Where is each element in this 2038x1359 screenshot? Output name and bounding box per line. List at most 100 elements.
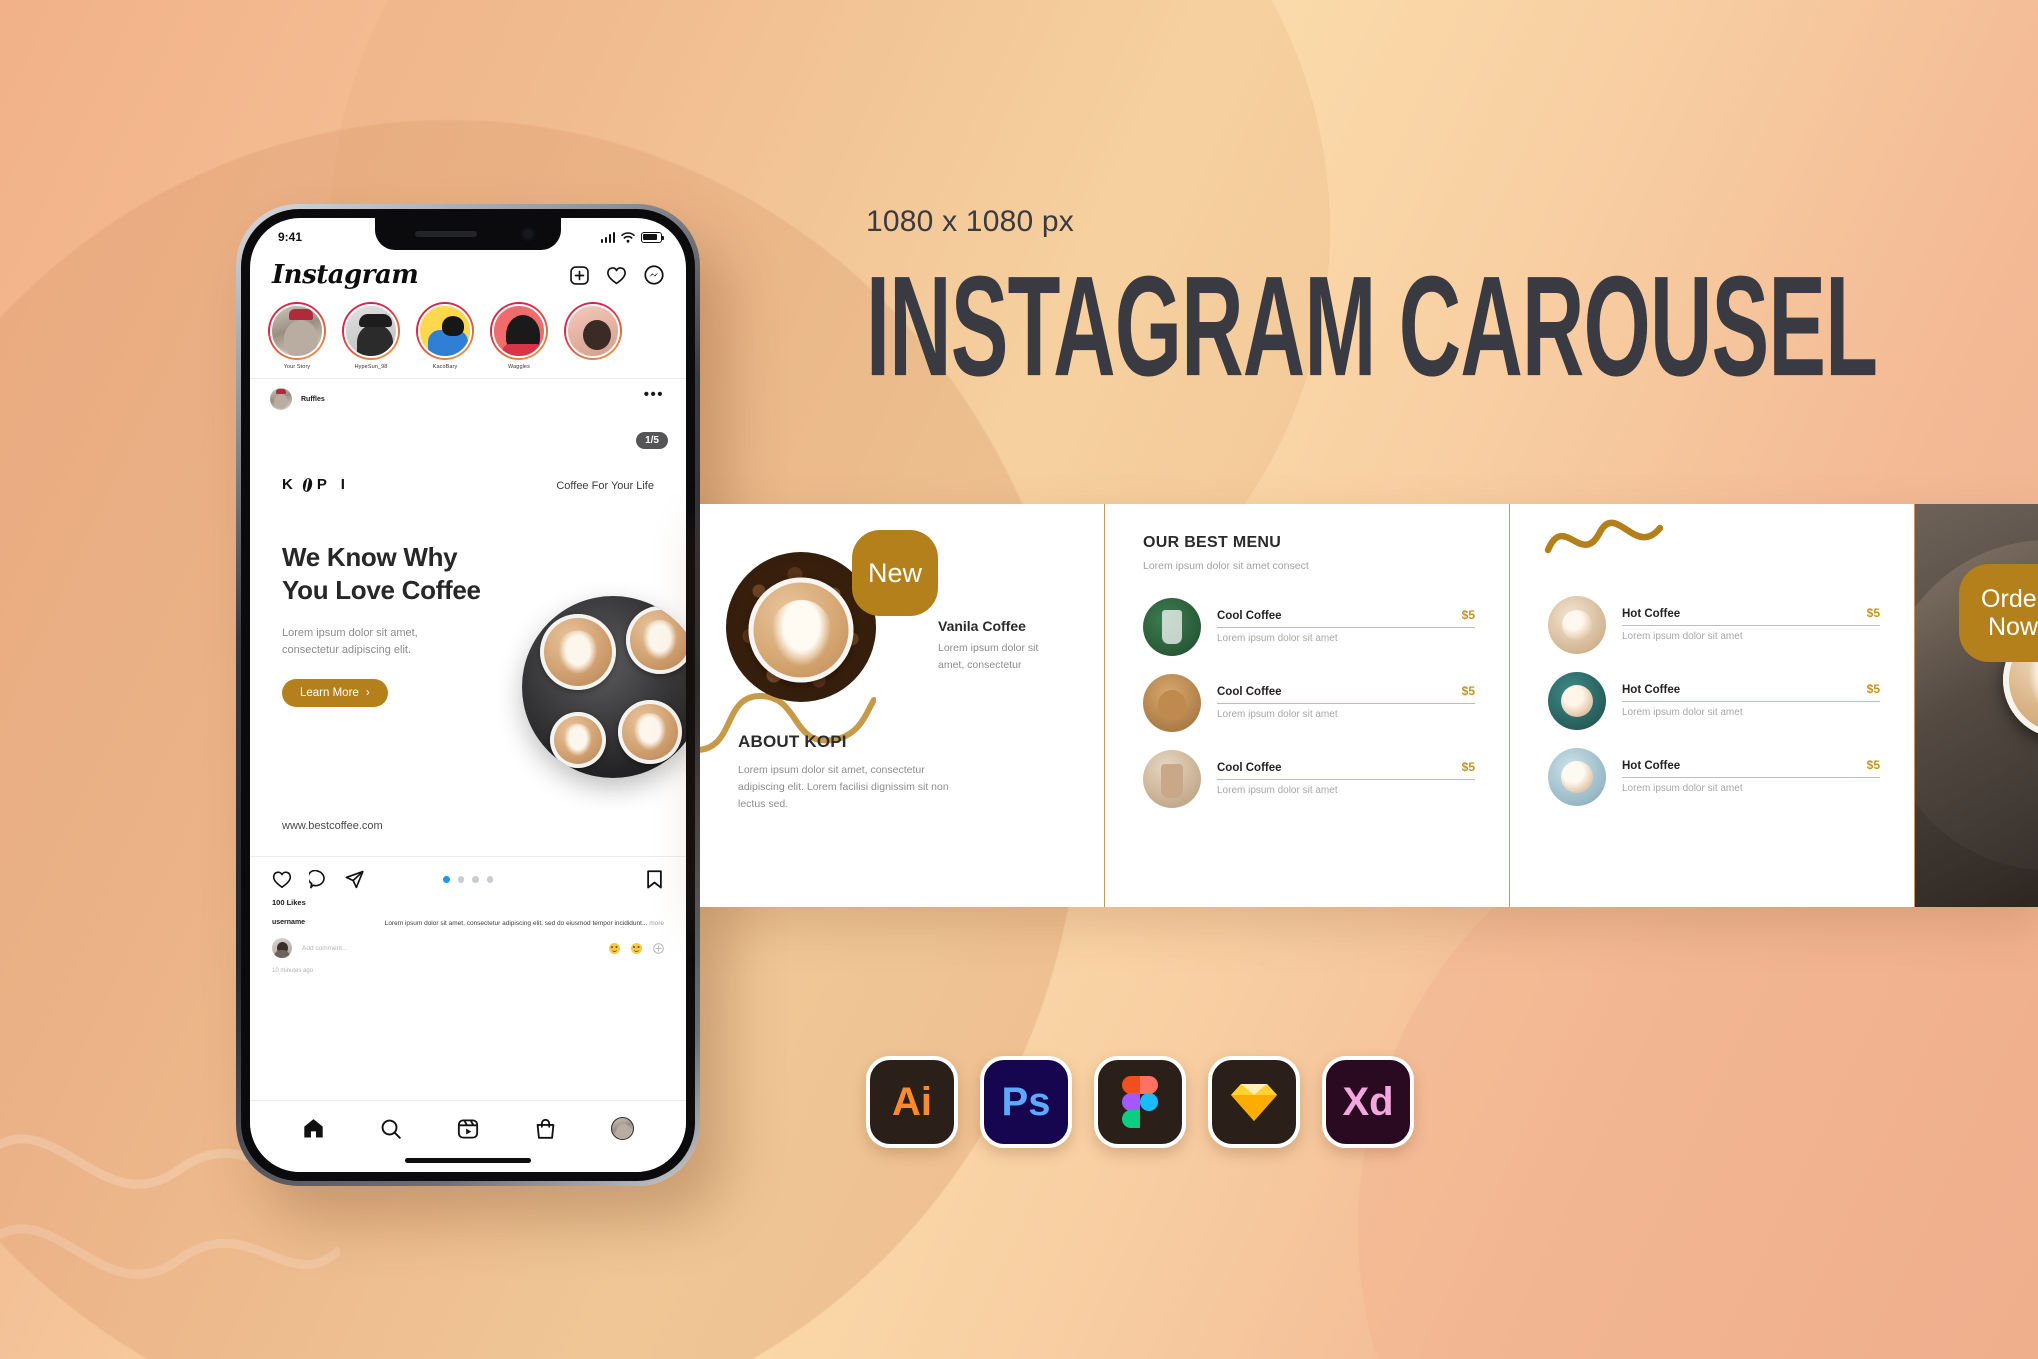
- carousel-dot[interactable]: [486, 876, 493, 883]
- page-title: INSTAGRAM CAROUSEL: [866, 245, 1878, 406]
- story-item[interactable]: KacoBary: [416, 302, 474, 370]
- adobe-xd-icon[interactable]: Xd: [1322, 1056, 1414, 1148]
- share-paperplane-icon[interactable]: [345, 870, 364, 889]
- story-label: KacoBary: [432, 364, 458, 370]
- bookmark-icon[interactable]: [647, 870, 662, 889]
- about-section-description: Lorem ipsum dolor sit amet, consectetur …: [738, 764, 949, 810]
- menu-item-header: Hot Coffee $5: [1622, 682, 1880, 702]
- carousel-slide-order[interactable]: Order Now: [1915, 504, 2038, 907]
- caption-text: Lorem ipsum dolor sit amet, consectetur …: [315, 918, 664, 929]
- add-comment-input[interactable]: Add comment...: [302, 945, 348, 952]
- story-item[interactable]: [564, 302, 622, 370]
- menu-item-price: $5: [1866, 606, 1880, 620]
- menu-item-header: Cool Coffee $5: [1217, 684, 1475, 704]
- quick-emoji-row[interactable]: [609, 942, 664, 954]
- like-heart-icon[interactable]: [272, 870, 292, 889]
- messenger-icon[interactable]: [644, 265, 664, 285]
- menu-item-price: $5: [1866, 682, 1880, 696]
- story-item[interactable]: Your Story: [268, 302, 326, 370]
- status-bar: 9:41: [250, 218, 686, 252]
- post-author-avatar[interactable]: [270, 388, 292, 410]
- caption-more-link[interactable]: more: [649, 920, 664, 927]
- product-description: Lorem ipsum dolor sit amet, consectetur: [938, 642, 1039, 671]
- menu-item-body: Hot Coffee $5 Lorem ipsum dolor sit amet: [1622, 682, 1880, 720]
- kopi-logo-pi: P I: [316, 476, 350, 493]
- phone-bezel: 9:41 Instagram Your Story HypeSun_98 Kac…: [241, 209, 695, 1181]
- stories-row[interactable]: Your Story HypeSun_98 KacoBary Waggles: [250, 296, 686, 378]
- story-avatar: [492, 304, 546, 358]
- adobe-illustrator-icon[interactable]: Ai: [866, 1056, 958, 1148]
- kopi-logo-k: K: [282, 476, 298, 493]
- carousel-slide-menu[interactable]: OUR BEST MENU Lorem ipsum dolor sit amet…: [1105, 504, 1510, 907]
- carousel-slide-menu-2[interactable]: Hot Coffee $5 Lorem ipsum dolor sit amet…: [1510, 504, 1915, 907]
- caption-username[interactable]: username: [272, 918, 305, 929]
- carousel-dot[interactable]: [457, 876, 464, 883]
- menu-item-price: $5: [1461, 684, 1475, 698]
- menu-item-thumbnail: [1143, 674, 1201, 732]
- add-post-icon[interactable]: [570, 265, 589, 285]
- figma-icon[interactable]: [1094, 1056, 1186, 1148]
- menu-list: Cool Coffee $5 Lorem ipsum dolor sit ame…: [1143, 598, 1475, 808]
- story-avatar: [344, 304, 398, 358]
- post-timestamp: 10 minutes ago: [272, 968, 314, 975]
- post-media-slide-1: 1/5 K P I Coffee For Your Life We Know W…: [250, 416, 686, 856]
- menu-item-thumbnail: [1143, 750, 1201, 808]
- learn-more-label: Learn More: [300, 686, 359, 699]
- menu-item-thumbnail: [1548, 748, 1606, 806]
- menu-item-description: Lorem ipsum dolor sit amet: [1217, 709, 1338, 720]
- menu-item-name: Hot Coffee: [1622, 760, 1681, 772]
- menu-item[interactable]: Cool Coffee $5 Lorem ipsum dolor sit ame…: [1143, 750, 1475, 808]
- order-now-badge[interactable]: Order Now: [1959, 564, 2038, 662]
- post-more-options-icon[interactable]: •••: [644, 387, 664, 402]
- sketch-icon[interactable]: [1208, 1056, 1300, 1148]
- adobe-photoshop-icon[interactable]: Ps: [980, 1056, 1072, 1148]
- menu-item[interactable]: Cool Coffee $5 Lorem ipsum dolor sit ame…: [1143, 598, 1475, 656]
- story-label: Your Story: [283, 364, 311, 370]
- menu-item[interactable]: Hot Coffee $5 Lorem ipsum dolor sit amet: [1548, 596, 1880, 654]
- search-icon[interactable]: [380, 1118, 402, 1140]
- smiley-emoji-icon[interactable]: [631, 942, 642, 954]
- menu-item[interactable]: Hot Coffee $5 Lorem ipsum dolor sit amet: [1548, 672, 1880, 730]
- profile-avatar-icon[interactable]: [611, 1117, 635, 1140]
- carousel-dots[interactable]: [443, 876, 493, 883]
- activity-heart-icon[interactable]: [606, 266, 627, 285]
- menu-item-body: Hot Coffee $5 Lorem ipsum dolor sit amet: [1622, 758, 1880, 796]
- menu-item[interactable]: Cool Coffee $5 Lorem ipsum dolor sit ame…: [1143, 674, 1475, 732]
- story-ring: [268, 302, 326, 360]
- menu-subtitle: Lorem ipsum dolor sit amet consect: [1143, 560, 1309, 572]
- reels-icon[interactable]: [457, 1118, 479, 1140]
- comment-icon[interactable]: [309, 870, 328, 889]
- carousel-dot[interactable]: [472, 876, 479, 883]
- slide-description: Lorem ipsum dolor sit amet, consectetur …: [282, 626, 418, 656]
- story-avatar: [566, 304, 620, 358]
- carousel-slides-strip: New Vanila Coffee Lorem ipsum dolor sit …: [700, 504, 2038, 907]
- feed-post: Ruffles ••• 1/5 K P I Coffee For Your Li…: [250, 378, 686, 974]
- carousel-dot[interactable]: [443, 876, 450, 883]
- add-emoji-icon[interactable]: [653, 942, 664, 954]
- sketch-diamond-glyph: [1231, 1084, 1277, 1121]
- post-author-name[interactable]: Ruffles: [301, 396, 325, 403]
- menu-item[interactable]: Hot Coffee $5 Lorem ipsum dolor sit amet: [1548, 748, 1880, 806]
- post-action-bar: [250, 856, 686, 898]
- phone-mockup: 9:41 Instagram Your Story HypeSun_98 Kac…: [236, 204, 700, 1186]
- home-icon[interactable]: [302, 1117, 325, 1140]
- menu-item-description: Lorem ipsum dolor sit amet: [1622, 631, 1743, 642]
- instagram-logo: Instagram: [272, 260, 419, 290]
- menu-item-price: $5: [1866, 758, 1880, 772]
- menu-item-name: Hot Coffee: [1622, 684, 1681, 696]
- menu-item-thumbnail: [1548, 672, 1606, 730]
- shop-bag-icon[interactable]: [535, 1118, 556, 1140]
- menu-item-name: Cool Coffee: [1217, 762, 1282, 774]
- story-item[interactable]: HypeSun_98: [342, 302, 400, 370]
- add-comment-row[interactable]: Add comment...: [250, 929, 686, 959]
- story-item[interactable]: Waggles: [490, 302, 548, 370]
- menu-item-body: Hot Coffee $5 Lorem ipsum dolor sit amet: [1622, 606, 1880, 644]
- cellular-bars-icon: [600, 231, 615, 243]
- learn-more-button[interactable]: Learn More ›: [282, 678, 388, 707]
- bottom-tab-bar[interactable]: [250, 1100, 686, 1172]
- smiley-emoji-icon[interactable]: [609, 942, 620, 954]
- menu-item-header: Cool Coffee $5: [1217, 760, 1475, 780]
- slide-topbar: K P I Coffee For Your Life: [282, 416, 654, 493]
- menu-item-body: Cool Coffee $5 Lorem ipsum dolor sit ame…: [1217, 608, 1475, 646]
- carousel-slide-about[interactable]: New Vanila Coffee Lorem ipsum dolor sit …: [700, 504, 1105, 907]
